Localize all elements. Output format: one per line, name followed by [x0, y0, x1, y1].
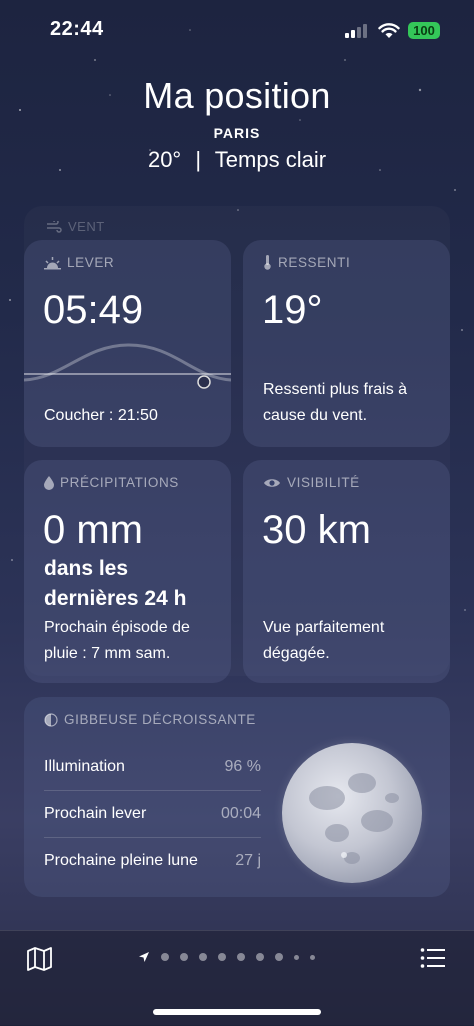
feels-like-value: 19° — [262, 288, 323, 332]
precipitation-forecast: Prochain épisode de pluie : 7 mm sam. — [44, 619, 190, 662]
drop-icon — [44, 475, 54, 490]
full-moon-row: Prochaine pleine lune 27 j — [44, 851, 261, 869]
battery-indicator: 100 — [408, 22, 440, 39]
visibility-label: VISIBILITÉ — [263, 475, 360, 490]
location-title: Ma position — [143, 75, 331, 116]
page-dot — [275, 953, 283, 961]
page-dot — [180, 953, 188, 961]
page-indicator[interactable] — [138, 951, 315, 963]
wind-icon — [47, 220, 62, 233]
home-indicator[interactable] — [153, 1009, 321, 1015]
page-dot — [310, 954, 315, 960]
page-dot — [161, 953, 169, 961]
feels-like-description: Ressenti plus frais à cause du vent. — [263, 381, 408, 424]
moon-phase-icon — [44, 712, 58, 727]
cellular-signal-icon — [345, 24, 367, 38]
sunrise-label: LEVER — [44, 255, 114, 270]
moon-craters — [309, 773, 399, 864]
visibility-card[interactable]: VISIBILITÉ 30 km Vue parfaitement dégagé… — [243, 460, 450, 683]
moon-rise-row: Prochain lever 00:04 — [44, 790, 261, 838]
location-header: Ma position PARIS 20° | Temps clair — [0, 75, 474, 173]
sunrise-time: 05:49 — [43, 288, 144, 332]
city-name: PARIS — [213, 125, 261, 141]
status-time: 22:44 — [50, 18, 104, 40]
status-bar: 22:44 100 — [0, 0, 474, 60]
moon-illumination-row: Illumination 96 % — [44, 743, 261, 791]
eye-icon — [264, 478, 280, 487]
moon-card[interactable]: GIBBEUSE DÉCROISSANTE Illumination 96 % … — [24, 697, 450, 897]
precipitation-card[interactable]: PRÉCIPITATIONS 0 mm dans les dernières 2… — [24, 460, 231, 683]
moon-image — [282, 743, 422, 883]
wind-label: VENT — [46, 219, 105, 234]
condition-text: Temps clair — [214, 147, 327, 172]
map-icon[interactable] — [26, 947, 54, 971]
current-conditions: 20° | Temps clair — [0, 147, 474, 173]
page-dot — [237, 953, 245, 961]
page-dot — [256, 953, 264, 961]
sunrise-card[interactable]: LEVER 05:49 Coucher : 21:50 — [24, 240, 231, 447]
page-dot — [294, 954, 299, 960]
thermometer-icon — [264, 255, 271, 270]
feels-like-card[interactable]: RESSENTI 19° Ressenti plus frais à cause… — [243, 240, 450, 447]
precipitation-value: 0 mm — [43, 508, 143, 552]
sunrise-icon — [44, 256, 61, 269]
page-dot — [218, 953, 226, 961]
precipitation-label: PRÉCIPITATIONS — [44, 475, 179, 490]
visibility-description: Vue parfaitement dégagée. — [263, 619, 385, 662]
current-temperature: 20° — [147, 147, 182, 172]
wifi-icon — [378, 23, 400, 38]
separator: | — [195, 147, 202, 172]
visibility-value: 30 km — [262, 508, 371, 552]
page-dot — [199, 953, 207, 961]
sun-path-graph — [24, 343, 231, 389]
feels-like-label: RESSENTI — [263, 255, 350, 270]
precipitation-period: dans les dernières 24 h — [44, 557, 187, 610]
moon-phase-label: GIBBEUSE DÉCROISSANTE — [44, 712, 256, 727]
sunset-time: Coucher : 21:50 — [44, 407, 158, 424]
location-arrow-icon — [139, 952, 149, 962]
list-icon[interactable] — [420, 947, 446, 969]
